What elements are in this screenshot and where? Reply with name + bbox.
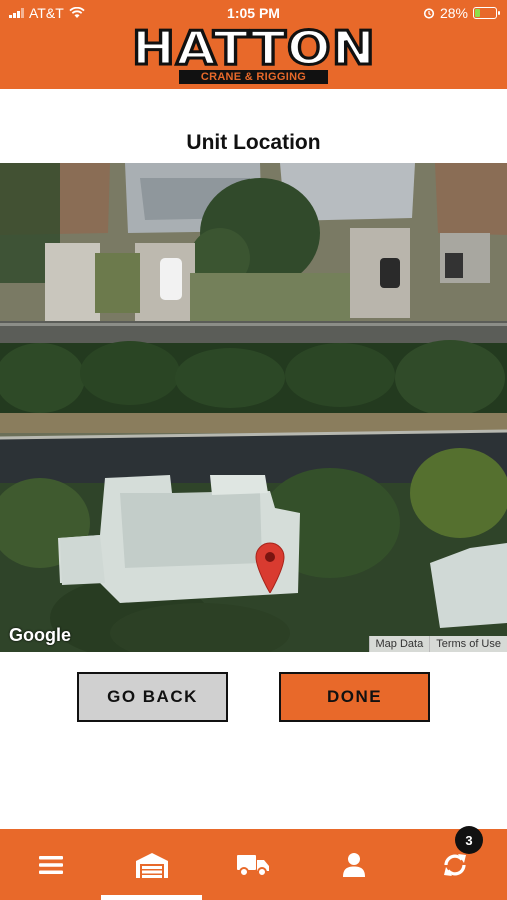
terms-of-use-link[interactable]: Terms of Use [429, 636, 507, 652]
alarm-icon [423, 8, 435, 19]
satellite-map[interactable]: Google Map Data Terms of Use [0, 163, 507, 652]
battery-icon [473, 7, 500, 19]
map-data-link[interactable]: Map Data [368, 636, 430, 652]
tab-garage[interactable] [101, 829, 202, 900]
garage-icon [135, 852, 168, 878]
menu-icon [38, 855, 63, 874]
tab-profile[interactable] [303, 829, 404, 900]
google-logo: Google [9, 625, 71, 645]
brand-logo: HATTON CRANE & RIGGING [0, 21, 507, 86]
go-back-button[interactable]: GO BACK [77, 672, 228, 722]
app-header: AT&T 1:05 PM 28% HATTON CRANE & RIGGING [0, 0, 507, 89]
bottom-tab-bar: 3 [0, 826, 507, 900]
logo-text: HATTON [130, 21, 376, 75]
battery-percent: 28% [439, 5, 468, 21]
map-attribution: Map Data Terms of Use [368, 636, 507, 652]
tab-truck[interactable] [202, 829, 303, 900]
map-pin-icon[interactable] [254, 541, 286, 593]
tab-menu[interactable] [0, 829, 101, 900]
truck-icon [236, 854, 269, 877]
done-button[interactable]: DONE [279, 672, 430, 722]
sync-icon [443, 853, 466, 876]
page-title: Unit Location [186, 131, 321, 154]
user-icon [342, 852, 365, 877]
sync-count-badge: 3 [455, 826, 483, 854]
tab-sync[interactable]: 3 [404, 826, 505, 900]
